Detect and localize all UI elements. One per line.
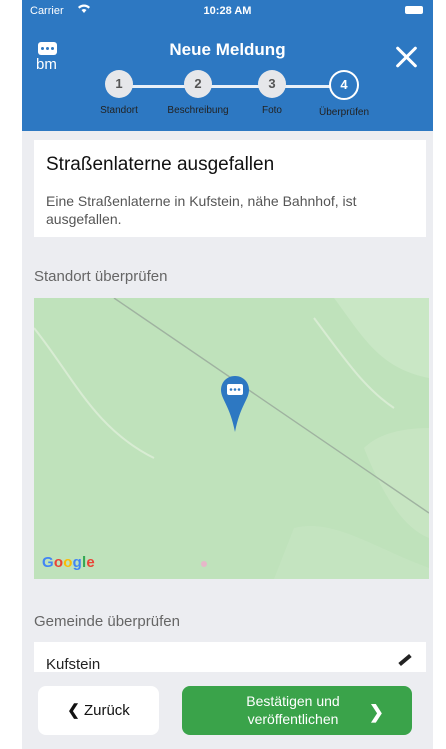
location-map[interactable]: Google <box>34 298 429 579</box>
municipality-field[interactable]: Kufstein <box>34 642 426 672</box>
municipality-value: Kufstein <box>46 656 101 672</box>
google-attribution-logo: Google <box>42 554 95 571</box>
back-button[interactable]: ❮ Zurück <box>38 686 159 735</box>
report-summary-card: Straßenlaterne ausgefallen Eine Straßenl… <box>34 140 426 237</box>
header-bar: Carrier 10:28 AM bm Neue Meldung 1 Stand… <box>22 0 433 131</box>
municipality-section-label: Gemeinde überprüfen <box>34 613 180 630</box>
step-number: 3 <box>258 70 286 98</box>
step-4[interactable]: 4 Überprüfen <box>304 70 384 118</box>
step-number: 1 <box>105 70 133 98</box>
step-indicator: 1 Standort 2 Beschreibung 3 Foto 4 Überp… <box>22 70 433 128</box>
map-pin-icon <box>220 374 250 436</box>
step-label: Beschreibung <box>167 105 229 116</box>
battery-icon <box>405 6 423 14</box>
confirm-publish-button[interactable]: Bestätigen und veröffentlichen ❯ <box>182 686 412 735</box>
app-screen: Carrier 10:28 AM bm Neue Meldung 1 Stand… <box>22 0 433 749</box>
report-description: Eine Straßenlaterne in Kufstein, nähe Ba… <box>46 193 357 227</box>
step-1[interactable]: 1 Standort <box>79 70 159 116</box>
step-3[interactable]: 3 Foto <box>232 70 312 116</box>
chevron-left-icon: ❮ <box>67 702 80 719</box>
page-title: Neue Meldung <box>169 40 286 59</box>
step-number: 4 <box>329 70 359 100</box>
chevron-right-icon: ❯ <box>368 702 384 722</box>
step-label: Standort <box>100 105 138 116</box>
step-label: Foto <box>261 105 282 116</box>
status-time: 10:28 AM <box>203 5 252 17</box>
back-button-label: Zurück <box>83 702 130 719</box>
step-2[interactable]: 2 Beschreibung <box>158 70 238 116</box>
status-bar: Carrier 10:28 AM <box>22 0 433 20</box>
confirm-button-label: Bestätigen und veröffentlichen <box>246 693 340 727</box>
step-number: 2 <box>184 70 212 98</box>
close-icon[interactable] <box>389 40 423 74</box>
edit-icon[interactable] <box>398 653 412 667</box>
map-background <box>34 298 429 579</box>
step-label: Überprüfen <box>318 107 370 118</box>
location-section-label: Standort überprüfen <box>34 268 168 285</box>
footer-bar: ❮ Zurück Bestätigen und veröffentlichen … <box>22 672 433 749</box>
report-title: Straßenlaterne ausgefallen <box>46 154 275 175</box>
